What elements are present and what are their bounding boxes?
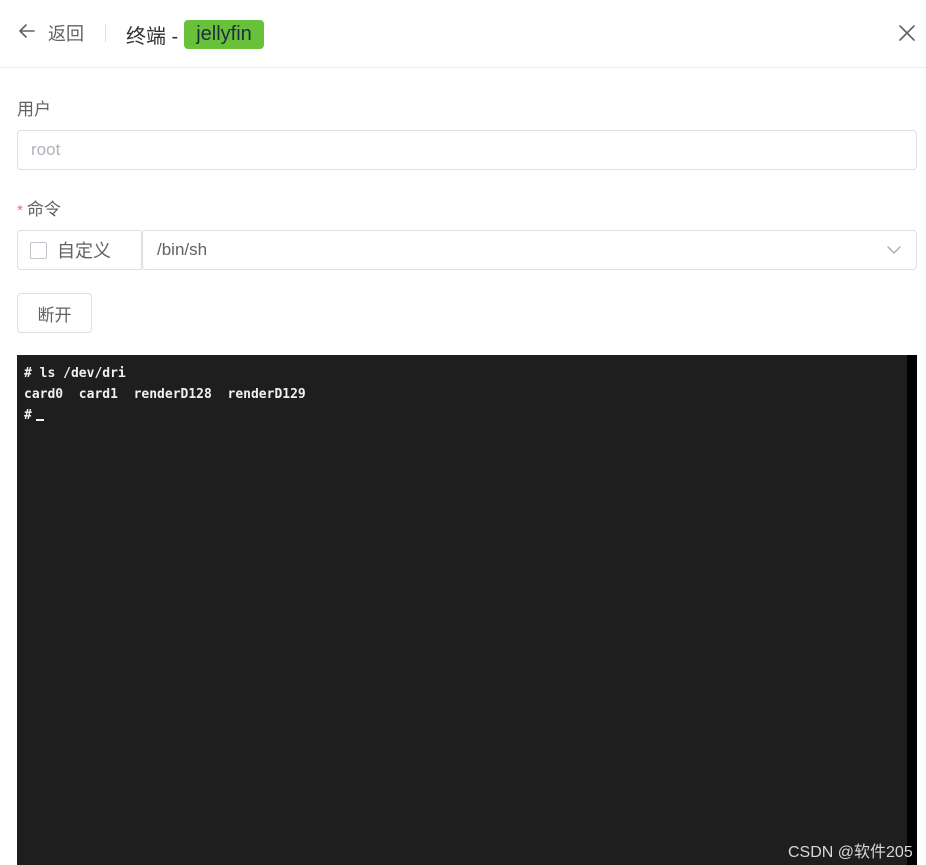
close-icon (899, 25, 915, 41)
command-label-row: * 命令 (17, 195, 61, 220)
chevron-down-icon (887, 246, 901, 254)
container-tag: jellyfin (184, 19, 264, 49)
dialog-header: 返回 终端 - jellyfin (0, 0, 926, 68)
terminal-scrollbar[interactable] (907, 355, 917, 865)
terminal-output[interactable]: # ls /dev/dri card0 card1 renderD128 ren… (17, 355, 917, 865)
user-input[interactable] (17, 130, 917, 170)
watermark: CSDN @软件205 (788, 844, 913, 861)
header-divider (105, 24, 106, 42)
page-title: 终端 - jellyfin (126, 19, 264, 49)
command-label: 命令 (26, 200, 61, 219)
arrow-left-icon (17, 21, 37, 46)
terminal-cursor (35, 419, 44, 421)
custom-command-checkbox[interactable]: 自定义 (17, 230, 142, 270)
required-mark: * (17, 202, 23, 219)
close-button[interactable] (896, 22, 918, 44)
disconnect-button[interactable]: 断开 (17, 293, 92, 333)
back-button[interactable]: 返回 (17, 20, 84, 46)
terminal-line: # ls /dev/dri (24, 366, 126, 381)
command-select[interactable]: /bin/sh (142, 230, 917, 270)
checkbox-square[interactable] (30, 241, 47, 259)
custom-checkbox-label: 自定义 (57, 241, 111, 261)
terminal-line: card0 card1 renderD128 renderD129 (24, 387, 306, 402)
terminal-dialog: 返回 终端 - jellyfin 用户 *命令 自定义 /bin/sh 断开 #… (0, 0, 926, 865)
terminal-lines: # ls /dev/dri card0 card1 renderD128 ren… (24, 363, 306, 426)
user-label: 用户 (17, 100, 51, 119)
title-text: 终端 - (126, 25, 179, 48)
back-label: 返回 (48, 24, 84, 44)
terminal-prompt-line: # (24, 405, 306, 426)
terminal-prompt: # (24, 408, 32, 423)
command-select-value: /bin/sh (157, 240, 208, 259)
